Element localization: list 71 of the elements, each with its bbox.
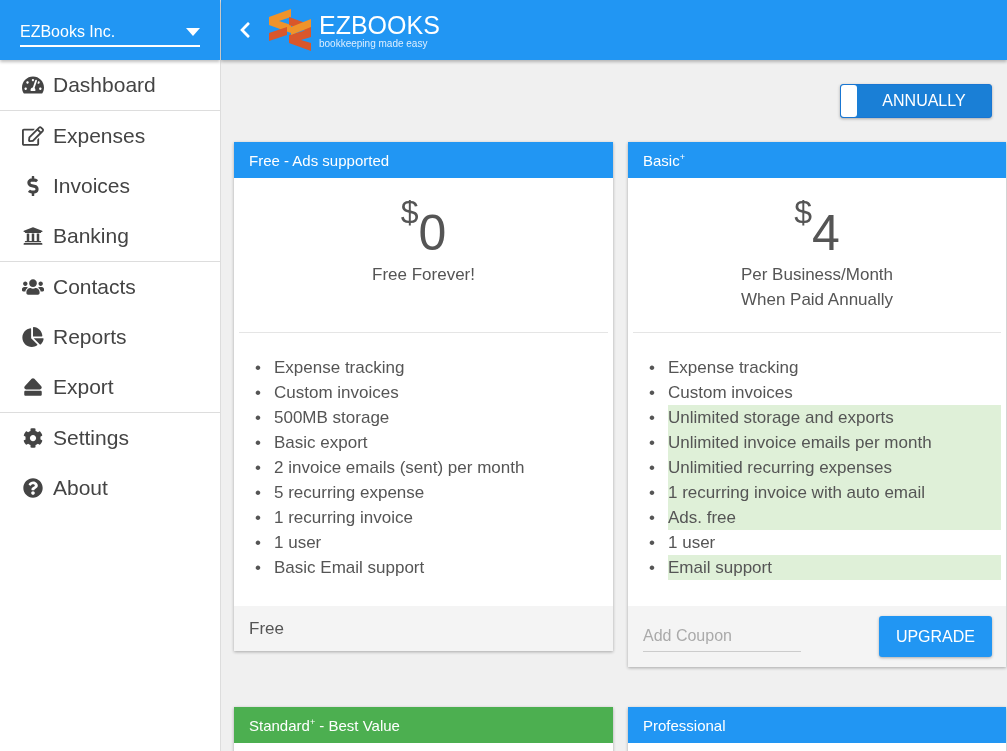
feature-item: 5 recurring expense [274, 482, 426, 504]
feature-item: Unlimited invoice emails per month [668, 430, 1001, 455]
feature-item: Unlimited storage and exports [668, 405, 1001, 430]
users-icon [22, 277, 44, 297]
feature-item: 1 user [274, 532, 323, 554]
feature-item: Unlimitied recurring expenses [668, 455, 1001, 480]
bullet: • [255, 432, 262, 454]
bullet: • [255, 507, 262, 529]
bullet: • [255, 482, 262, 504]
bank-icon [22, 226, 44, 246]
logo-name: EZBOOKS [319, 11, 440, 38]
bullet: • [255, 532, 262, 554]
feature-item: 2 invoice emails (sent) per month [274, 457, 526, 479]
bullet: • [649, 457, 656, 479]
eject-icon [22, 377, 44, 397]
help-icon [22, 478, 44, 498]
price-period: When Paid Annually [740, 289, 894, 311]
bullet: • [255, 357, 262, 379]
currency-symbol: $ [400, 194, 419, 230]
plan-title: Basic$^{+}$ [628, 142, 1006, 178]
edit-icon [22, 126, 44, 146]
plan-title: Professional [628, 707, 1006, 743]
feature-item: Email support [668, 555, 1001, 580]
feature-item: 1 recurring invoice [274, 507, 414, 529]
feature-item: Basic export [274, 432, 369, 454]
logo-icon [267, 9, 313, 51]
sidebar-item[interactable]: Export [0, 362, 220, 412]
bullet: • [649, 532, 656, 554]
billing-toggle[interactable]: ANNUALLY [840, 84, 992, 118]
sidebar-item[interactable]: Reports [0, 312, 220, 362]
caret-icon [186, 28, 200, 36]
feature-item: Basic Email support [274, 557, 426, 579]
settings-icon [22, 428, 44, 448]
bullet: • [255, 557, 262, 579]
feature-item: 1 recurring invoice with auto email [668, 480, 1001, 505]
feature-item: Custom invoices [668, 382, 794, 404]
bullet: • [649, 557, 656, 579]
plan-price: 4 [812, 205, 840, 262]
plan-title: Free - Ads supported [234, 142, 613, 178]
pie-chart-icon [22, 327, 44, 347]
feature-item: Custom invoices [274, 382, 400, 404]
bullet: • [649, 432, 656, 454]
bullet: • [649, 507, 656, 529]
coupon-field[interactable]: Add Coupon [643, 621, 801, 652]
dashboard-gauge-icon [22, 75, 44, 95]
sidebar-item[interactable]: Dashboard [0, 60, 220, 110]
bullet: • [649, 482, 656, 504]
bullet: • [649, 357, 656, 379]
plan-price: 0 [418, 205, 447, 262]
plan-title: Standard$^{+}$ - Best Value [234, 707, 613, 743]
logo-tagline: bookkeeping made easy [319, 37, 429, 49]
feature-item: 1 user [668, 532, 717, 554]
bullet: • [255, 457, 262, 479]
feature-item: 500MB storage [274, 407, 391, 429]
bullet: • [649, 382, 656, 404]
currency-symbol: $ [794, 194, 812, 230]
sidebar-item[interactable]: Invoices [0, 161, 220, 211]
bullet: • [255, 407, 262, 429]
sidebar-item[interactable]: Contacts [0, 262, 220, 312]
feature-item: Expense tracking [668, 357, 800, 379]
sidebar-item[interactable]: Banking [0, 211, 220, 261]
bullet: • [255, 382, 262, 404]
feature-item: Expense tracking [274, 357, 406, 379]
sidebar-item[interactable]: Expenses [0, 111, 220, 161]
plan-footer-text: Free [249, 618, 284, 639]
price-period: Free Forever! [372, 264, 475, 286]
feature-item: Ads. free [668, 505, 1001, 530]
sidebar-item[interactable]: Settings [0, 413, 220, 463]
sidebar-item[interactable]: About [0, 463, 220, 513]
price-period: Per Business/Month [740, 264, 894, 286]
bullet: • [649, 407, 656, 429]
